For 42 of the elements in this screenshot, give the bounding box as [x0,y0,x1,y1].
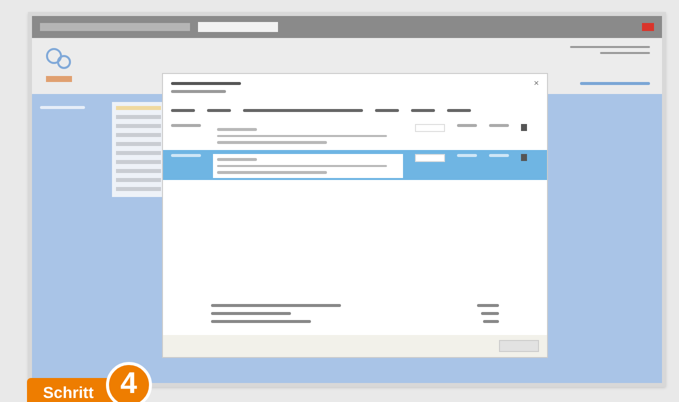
submenu-item[interactable] [116,169,161,173]
blurred-text-line [171,109,195,112]
length-field[interactable] [415,124,445,132]
submenu-item[interactable] [116,160,161,164]
blurred-text-line [483,320,499,323]
table-row[interactable] [163,150,547,180]
blurred-text-line [457,154,477,157]
blurred-text-line [580,82,650,85]
blurred-text-line [489,154,509,157]
blurred-text-line [489,124,509,127]
length-field[interactable] [415,154,445,162]
blurred-text-line [375,109,399,112]
blurred-text-line [171,90,226,93]
blurred-text-line [477,304,499,307]
blurred-text-line [411,109,435,112]
submenu-item[interactable] [116,142,161,146]
blurred-text-line [600,52,650,54]
submenu-item[interactable] [116,106,161,110]
address-field[interactable] [40,23,190,31]
blurred-text-line [171,124,201,127]
blurred-text-line [217,158,257,161]
blurred-text-line [481,312,499,315]
submenu-item[interactable] [116,133,161,137]
submenu-item[interactable] [116,178,161,182]
blurred-text-line [40,106,85,109]
close-button[interactable]: × [534,78,539,88]
blurred-text-line [217,128,257,131]
description-field[interactable] [213,154,403,178]
submenu-item[interactable] [116,151,161,155]
submenu-item[interactable] [116,115,161,119]
blurred-text-line [447,109,471,112]
trash-icon[interactable] [521,124,527,131]
trash-icon[interactable] [521,154,527,161]
blurred-text-line [171,82,241,85]
submenu-item[interactable] [116,124,161,128]
close-window-icon[interactable] [642,23,654,31]
browser-tab[interactable] [198,22,278,32]
blurred-text-line [171,154,201,157]
print-button[interactable] [499,340,539,352]
blurred-text-line [207,109,231,112]
blurred-text-line [457,124,477,127]
submenu-item[interactable] [116,187,161,191]
